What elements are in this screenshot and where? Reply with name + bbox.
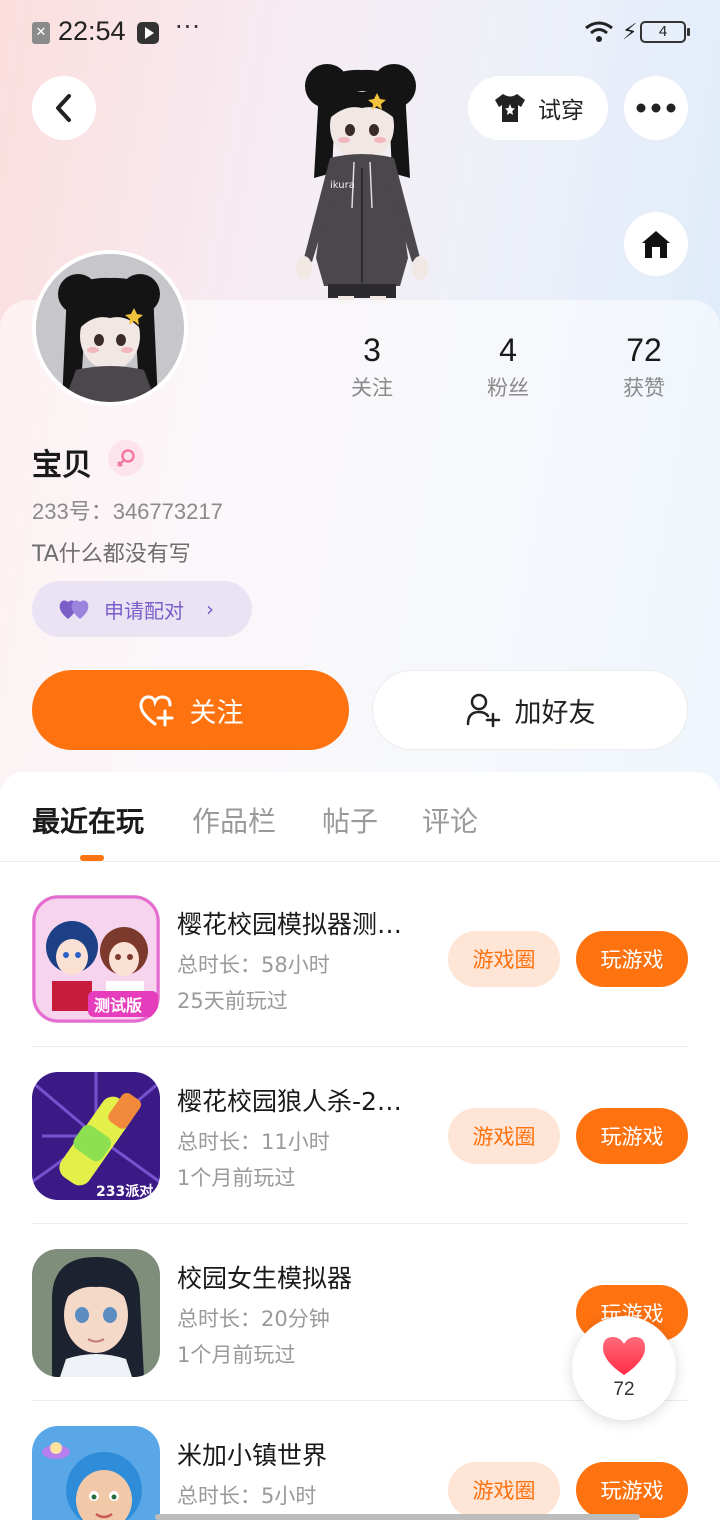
try-on-label: 试穿 — [538, 98, 584, 124]
status-time: 22:54 — [58, 16, 126, 46]
wifi-icon — [585, 21, 613, 42]
tab-works[interactable]: 作品栏 — [192, 800, 276, 840]
add-friend-button[interactable]: 加好友 — [372, 670, 688, 750]
stat-following[interactable]: 3 关注 — [317, 330, 427, 402]
stat-following-label: 关注 — [351, 376, 393, 400]
heart-plus-icon — [138, 695, 173, 727]
stat-likes[interactable]: 72 获赞 — [589, 330, 699, 402]
game-duration: 总时长：5小时 — [177, 1484, 317, 1508]
game-icon: 233派对 — [32, 1072, 160, 1200]
add-friend-label: 加好友 — [514, 697, 596, 729]
bio-text: TA什么都没有写 — [32, 542, 191, 567]
stat-following-count: 3 — [363, 332, 381, 368]
more-button[interactable] — [624, 76, 688, 140]
game-icon-badge-text: 233派对 — [96, 1183, 153, 1200]
game-list-item[interactable]: 233派对 樱花校园狼人杀-2… 总时长：11小时 1个月前玩过 游戏圈 玩游戏 — [32, 1048, 688, 1224]
add-user-icon — [466, 693, 500, 728]
double-heart-icon — [59, 600, 89, 619]
charging-icon: ⚡ — [622, 20, 638, 45]
play-game-button[interactable]: 玩游戏 — [576, 1462, 688, 1518]
apply-pair-button[interactable]: 申请配对 › — [32, 581, 252, 637]
status-bar: ✕ 22:54 ··· ⚡ 4 — [0, 0, 720, 66]
female-gender-icon — [108, 440, 144, 476]
game-icon: 测试版 — [32, 895, 160, 1023]
game-circle-button[interactable]: 游戏圈 — [448, 1108, 560, 1164]
back-button[interactable] — [32, 76, 96, 140]
active-tab-indicator — [80, 855, 104, 861]
game-title: 樱花校园狼人杀-2… — [177, 1087, 402, 1116]
game-last-played: 25天前玩过 — [177, 989, 288, 1013]
more-dots-icon — [636, 103, 676, 113]
home-icon — [642, 231, 670, 258]
tab-recently-played[interactable]: 最近在玩 — [32, 800, 144, 840]
follow-label: 关注 — [189, 697, 244, 729]
game-circle-button[interactable]: 游戏圈 — [448, 931, 560, 987]
profile-avatar[interactable] — [32, 250, 188, 406]
tab-comments[interactable]: 评论 — [422, 800, 478, 840]
stat-fans-count: 4 — [499, 332, 517, 368]
game-circle-button[interactable]: 游戏圈 — [448, 1462, 560, 1518]
chevron-right-icon: › — [206, 597, 214, 621]
apply-pair-label: 申请配对 — [104, 598, 184, 623]
home-indicator-bar — [155, 1514, 640, 1520]
game-last-played: 1个月前玩过 — [177, 1166, 296, 1190]
stat-fans[interactable]: 4 粉丝 — [453, 330, 563, 402]
tab-bar: 最近在玩 作品栏 帖子 评论 — [0, 772, 720, 862]
media-play-icon — [137, 22, 159, 44]
divider — [32, 1223, 688, 1224]
game-title: 樱花校园模拟器测… — [177, 910, 403, 939]
game-duration: 总时长：11小时 — [177, 1130, 330, 1154]
notification-x-icon: ✕ — [32, 22, 50, 44]
game-duration: 总时长：20分钟 — [177, 1307, 330, 1331]
user-id: 233号：346773217 — [32, 499, 223, 524]
stat-likes-count: 72 — [626, 332, 662, 368]
nickname: 宝贝 — [32, 448, 92, 483]
play-game-button[interactable]: 玩游戏 — [576, 931, 688, 987]
chevron-left-icon — [56, 94, 71, 122]
stat-likes-label: 获赞 — [623, 376, 665, 400]
divider — [32, 1046, 688, 1047]
like-count: 72 — [613, 1379, 635, 1400]
avatar-portrait — [36, 254, 184, 402]
like-float-button[interactable]: 72 — [572, 1316, 676, 1420]
try-on-button[interactable]: 试穿 — [468, 76, 608, 140]
play-game-button[interactable]: 玩游戏 — [576, 1108, 688, 1164]
stat-fans-label: 粉丝 — [487, 376, 529, 400]
game-title: 米加小镇世界 — [177, 1441, 328, 1470]
game-title: 校园女生模拟器 — [177, 1264, 353, 1293]
game-icon — [32, 1426, 160, 1520]
heart-icon — [603, 1337, 645, 1375]
svg-text:ikura: ikura — [330, 180, 355, 191]
follow-button[interactable]: 关注 — [32, 670, 349, 750]
game-list-item[interactable]: 米加小镇世界 总时长：5小时 游戏圈 玩游戏 — [32, 1402, 688, 1520]
battery-indicator: 4 — [640, 21, 690, 43]
tshirt-icon — [495, 94, 525, 122]
home-button[interactable] — [624, 212, 688, 276]
game-list-item[interactable]: 测试版 樱花校园模拟器测… 总时长：58小时 25天前玩过 游戏圈 玩游戏 — [32, 871, 688, 1047]
game-last-played: 1个月前玩过 — [177, 1343, 296, 1367]
game-icon — [32, 1249, 160, 1377]
more-notifications-icon: ··· — [175, 13, 201, 41]
tab-posts[interactable]: 帖子 — [322, 800, 378, 840]
game-duration: 总时长：58小时 — [177, 953, 330, 977]
avatar-3d-figure: ikura — [296, 64, 428, 303]
game-icon-badge-text: 测试版 — [94, 996, 142, 1015]
